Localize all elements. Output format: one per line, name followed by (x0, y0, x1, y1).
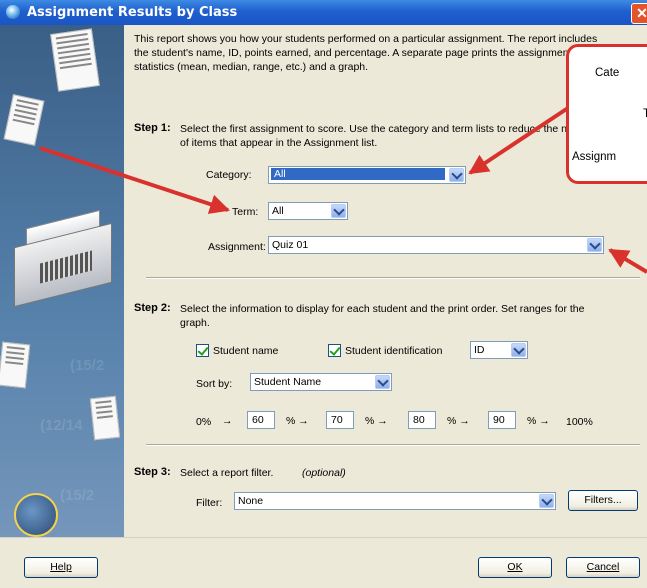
step2-text: Select the information to display for ea… (180, 303, 585, 329)
range-pct-arrow: % → (365, 415, 388, 427)
paper-sheet-image (3, 94, 45, 146)
divider (146, 277, 640, 279)
step1-text: Select the first assignment to score. Us… (180, 123, 597, 149)
zoom-callout: Cate T Assignm (566, 44, 647, 184)
close-button[interactable]: ✕ (631, 3, 647, 24)
range-field-4[interactable]: 90 (488, 411, 516, 429)
chevron-down-icon[interactable] (331, 204, 346, 218)
globe-logo-icon (14, 493, 58, 537)
callout-assignment-fragment: Assignm (572, 151, 617, 163)
title-bar: Assignment Results by Class ✕ (0, 0, 647, 25)
step3-text: Select a report filter. (180, 467, 274, 479)
paper-sheet-image (89, 395, 121, 441)
filters-button[interactable]: Filters... (568, 490, 638, 511)
chevron-down-icon[interactable] (449, 168, 464, 182)
id-value: ID (474, 344, 485, 356)
step1-label: Step 1: (134, 122, 171, 134)
callout-category-fragment: Cate (595, 67, 620, 79)
term-value: All (272, 205, 284, 217)
student-name-label[interactable]: Student name (213, 345, 278, 357)
category-value: All (271, 168, 445, 180)
report-description: This report shows you how your students … (134, 33, 598, 73)
ok-button[interactable]: OK (478, 557, 552, 578)
printer-image (10, 209, 116, 308)
sort-label: Sort by: (196, 378, 233, 390)
chevron-down-icon[interactable] (539, 494, 554, 508)
sidebar-faint-text: (15/2 (70, 357, 105, 374)
step3-label: Step 3: (134, 466, 171, 478)
id-dropdown[interactable]: ID (470, 341, 528, 359)
paper-sheet-image (50, 28, 100, 92)
callout-term-fragment: T (643, 108, 647, 120)
term-label: Term: (232, 206, 259, 218)
app-icon (6, 5, 20, 19)
range-end: 100% (566, 416, 593, 428)
step3-optional: (optional) (302, 467, 346, 479)
sidebar-illustration: (15/2 (12/14 (15/2 (0, 25, 124, 537)
category-dropdown[interactable]: All (268, 166, 466, 184)
ok-button-label: OK (507, 561, 523, 573)
filter-dropdown[interactable]: None (234, 492, 556, 510)
assignment-dropdown[interactable]: Quiz 01 (268, 236, 604, 254)
sidebar-faint-text: (12/14 (40, 417, 83, 434)
range-start: 0% (196, 416, 212, 428)
divider (146, 444, 640, 446)
cancel-button-label: Cancel (586, 561, 620, 573)
chevron-down-icon[interactable] (375, 375, 390, 389)
sort-value: Student Name (254, 376, 322, 388)
chevron-down-icon[interactable] (511, 343, 526, 357)
range-field-3[interactable]: 80 (408, 411, 436, 429)
filter-label: Filter: (196, 497, 223, 509)
help-button-label: Help (50, 561, 72, 573)
range-field-1[interactable]: 60 (247, 411, 275, 429)
student-id-label[interactable]: Student identification (345, 345, 442, 357)
help-button[interactable]: Help (24, 557, 98, 578)
range-pct-arrow: % → (447, 415, 470, 427)
assignment-value: Quiz 01 (272, 239, 309, 251)
window-title: Assignment Results by Class (27, 5, 238, 20)
paper-sheet-image (0, 341, 31, 389)
range-arrow: → (222, 415, 233, 427)
step2-label: Step 2: (134, 302, 171, 314)
student-id-checkbox[interactable] (328, 344, 341, 357)
term-dropdown[interactable]: All (268, 202, 348, 220)
sidebar-faint-text: (15/2 (60, 487, 95, 504)
sort-dropdown[interactable]: Student Name (250, 373, 392, 391)
chevron-down-icon[interactable] (587, 238, 602, 252)
cancel-button[interactable]: Cancel (566, 557, 640, 578)
assignment-label: Assignment: (208, 241, 266, 253)
category-label: Category: (206, 169, 252, 181)
student-name-checkbox[interactable] (196, 344, 209, 357)
filter-value: None (238, 495, 264, 507)
range-field-2[interactable]: 70 (326, 411, 354, 429)
range-pct-arrow: % → (527, 415, 550, 427)
range-pct-arrow: % → (286, 415, 309, 427)
